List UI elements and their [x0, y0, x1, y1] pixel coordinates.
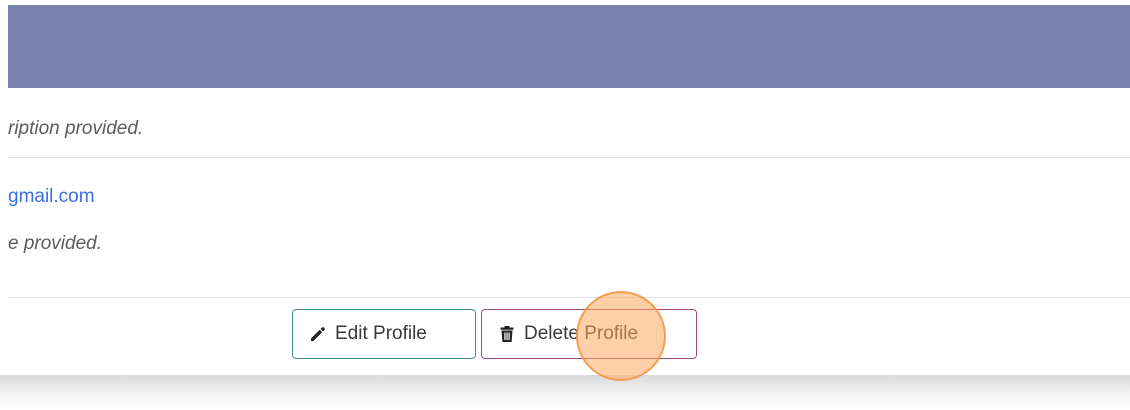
- divider: [8, 297, 1130, 298]
- pencil-icon: [309, 325, 327, 343]
- card-header: [8, 5, 1130, 88]
- divider: [8, 157, 1130, 158]
- edit-profile-label: Edit Profile: [335, 323, 427, 344]
- delete-profile-label: Delete Profile: [524, 323, 639, 344]
- profile-description: ription provided.: [8, 118, 144, 139]
- edit-profile-button[interactable]: Edit Profile: [292, 309, 476, 359]
- card-shadow: [0, 375, 1130, 410]
- trash-icon: [498, 325, 516, 343]
- profile-phone: e provided.: [8, 233, 103, 254]
- delete-profile-button[interactable]: Delete Profile: [481, 309, 697, 359]
- profile-email-link[interactable]: gmail.com: [8, 186, 95, 208]
- profile-card: ription provided. gmail.com e provided. …: [8, 5, 1130, 375]
